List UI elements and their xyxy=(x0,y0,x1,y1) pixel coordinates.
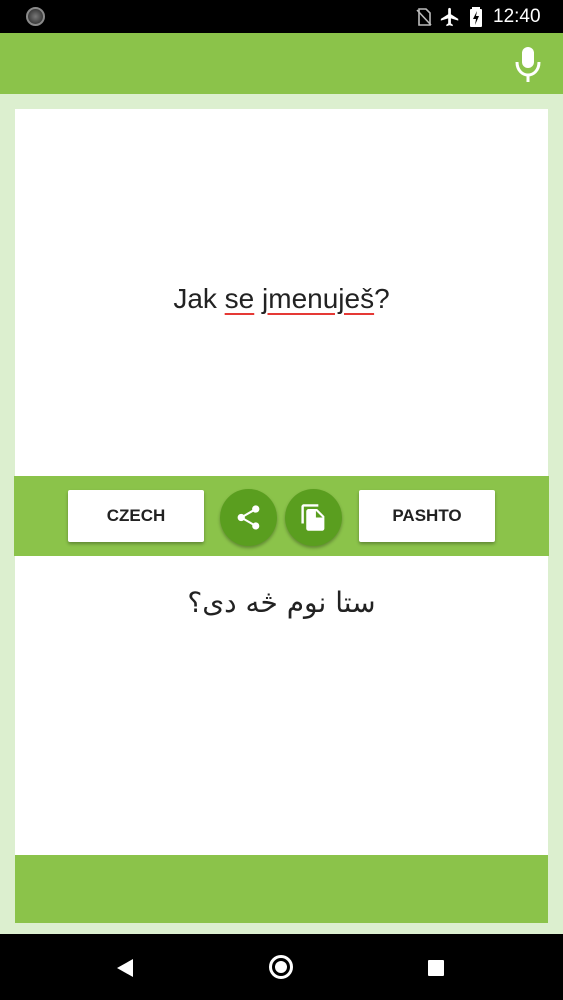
translation-card: ستا نوم څه دی؟ xyxy=(15,556,548,855)
share-icon xyxy=(237,505,260,530)
source-text-card[interactable]: Jak se jmenuješ? xyxy=(15,109,548,476)
system-nav-bar xyxy=(0,934,563,1000)
battery-charging-icon xyxy=(470,7,482,27)
source-word-jmenujes: jmenuješ xyxy=(262,283,375,314)
source-text[interactable]: Jak se jmenuješ? xyxy=(15,283,548,315)
no-sim-icon xyxy=(416,8,432,26)
translation-toolbar: CZECH PASHTO xyxy=(14,476,549,556)
camera-notification-icon xyxy=(26,7,45,26)
share-button[interactable] xyxy=(220,489,277,546)
source-word-jak: Jak xyxy=(173,283,225,314)
status-time: 12:40 xyxy=(493,6,541,27)
back-icon[interactable] xyxy=(116,958,134,978)
source-word-se: se xyxy=(224,283,255,314)
recents-icon[interactable] xyxy=(428,960,444,976)
airplane-mode-icon xyxy=(440,7,459,27)
source-question-mark: ? xyxy=(374,283,390,314)
bottom-banner xyxy=(15,855,548,923)
source-space xyxy=(254,283,262,314)
app-bar xyxy=(0,33,563,94)
copy-button[interactable] xyxy=(285,489,342,546)
source-language-button[interactable]: CZECH xyxy=(68,490,204,542)
copy-icon xyxy=(301,504,325,531)
microphone-button[interactable] xyxy=(513,45,543,85)
status-bar: 12:40 xyxy=(0,0,563,33)
translated-text: ستا نوم څه دی؟ xyxy=(187,586,376,619)
home-icon[interactable] xyxy=(269,955,293,979)
microphone-icon xyxy=(515,47,541,82)
target-language-button[interactable]: PASHTO xyxy=(359,490,495,542)
